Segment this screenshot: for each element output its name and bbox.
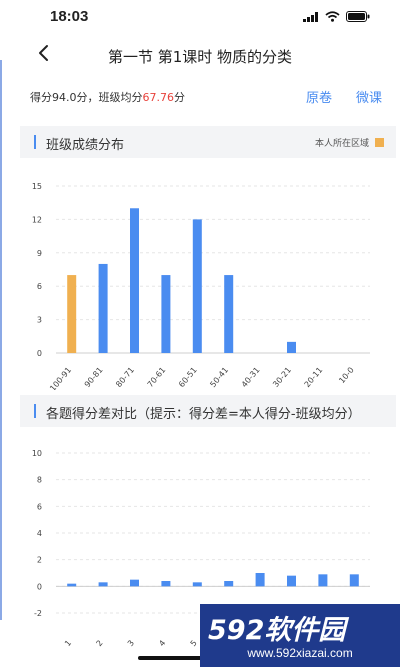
y-tick-label: 8 (37, 476, 42, 485)
x-tick-label: 5 (189, 639, 199, 649)
x-tick-label: 90-81 (83, 366, 105, 390)
bar (98, 263, 108, 353)
bar (287, 341, 296, 353)
left-edge-line (0, 60, 2, 620)
score-summary: 得分94.0分，班级均分67.76分 (30, 89, 185, 105)
bar (349, 574, 359, 587)
bar (161, 581, 171, 587)
x-tick-label: 40-31 (240, 366, 262, 390)
y-tick-label: 6 (37, 502, 42, 511)
class-average-value: 67.76 (142, 91, 175, 104)
y-tick-label: 2 (37, 556, 42, 565)
bar (67, 583, 77, 587)
bar (130, 579, 139, 587)
micro-lesson-button[interactable]: 微课 (356, 87, 382, 106)
watermark-logo: 592软件园 (208, 615, 346, 646)
bar (192, 582, 202, 587)
y-tick-label: -2 (34, 609, 42, 618)
x-tick-label: 3 (126, 639, 136, 649)
nav-bar: 第一节 第1课时 物质的分类 (0, 34, 400, 80)
bar (98, 582, 108, 587)
bar (67, 275, 77, 353)
x-tick-label: 20-11 (303, 366, 325, 390)
y-tick-label: 0 (37, 582, 42, 591)
bar (161, 275, 171, 353)
bar (130, 208, 139, 353)
x-tick-label: 1 (63, 639, 73, 649)
y-tick-label: 6 (37, 282, 42, 291)
bar (224, 581, 234, 587)
y-tick-label: 3 (37, 316, 42, 325)
score-row: 得分94.0分，班级均分67.76分 原卷 微课 (30, 86, 386, 108)
status-icons (303, 11, 370, 22)
comparison-section-title: 各题得分差对比（提示：得分差=本人得分-班级均分） (46, 407, 361, 422)
y-tick-label: 0 (37, 349, 42, 358)
wifi-icon (325, 11, 340, 22)
watermark: 592软件园 www.592xiazai.com (200, 604, 400, 667)
x-tick-label: 4 (157, 639, 167, 649)
page-title: 第一节 第1课时 物质的分类 (107, 48, 293, 66)
bar (192, 219, 202, 353)
x-tick-label: 80-71 (114, 366, 136, 390)
x-tick-label: 50-41 (208, 366, 230, 390)
section-accent-bar (34, 135, 36, 149)
legend-label: 本人所在区域 (314, 139, 369, 149)
score-distribution-chart: 0 3 6 9 12 15 100-91 90-81 80-71 70-61 60-51 50-41 4… (32, 182, 370, 390)
y-tick-label: 15 (32, 182, 42, 191)
x-tick-label: 60-51 (177, 366, 199, 390)
score-suffix: 分 (174, 91, 185, 104)
x-tick-label: 2 (94, 639, 104, 649)
x-tick-label: 70-61 (146, 366, 168, 390)
comparison-section-header: 各题得分差对比（提示：得分差=本人得分-班级均分） (20, 395, 396, 427)
bar (255, 573, 265, 587)
y-tick-label: 9 (37, 249, 42, 258)
section-accent-bar (34, 404, 36, 418)
battery-icon (346, 11, 370, 22)
status-bar: 18:03 (0, 0, 400, 34)
x-tick-label: 100-91 (48, 366, 73, 390)
bar (287, 575, 296, 587)
bar (318, 574, 328, 587)
legend: 本人所在区域 (315, 136, 384, 149)
y-tick-label: 10 (32, 449, 42, 458)
y-tick-label: 12 (32, 215, 42, 224)
x-tick-label: 30-21 (271, 366, 293, 390)
signal-icon (303, 11, 318, 22)
original-paper-button[interactable]: 原卷 (306, 87, 332, 106)
x-tick-label: 10-0 (337, 366, 356, 386)
status-time: 18:03 (50, 8, 89, 25)
y-tick-label: 4 (37, 529, 42, 538)
score-prefix: 得分94.0分，班级均分 (30, 91, 143, 104)
legend-swatch (375, 138, 384, 147)
watermark-url: www.592xiazai.com (247, 646, 353, 660)
bar (224, 275, 234, 353)
distribution-section-header: 班级成绩分布 本人所在区域 (20, 126, 396, 158)
distribution-section-title: 班级成绩分布 (46, 138, 125, 153)
